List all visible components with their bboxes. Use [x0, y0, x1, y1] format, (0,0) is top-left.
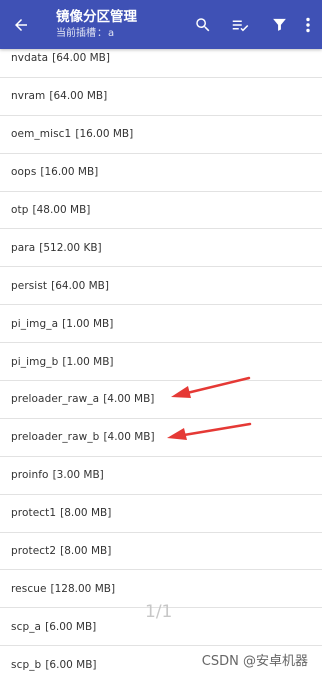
partition-size: [512.00 KB]: [39, 241, 102, 254]
arrow-back-icon: [15, 19, 27, 31]
partition-size: [6.00 MB]: [45, 658, 97, 671]
partition-name: otp: [11, 204, 29, 216]
partition-row-otp[interactable]: otp [48.00 MB]: [0, 192, 322, 230]
partition-row-pi-img-b[interactable]: pi_img_b [1.00 MB]: [0, 343, 322, 382]
partition-row-protect2[interactable]: protect2 [8.00 MB]: [0, 533, 322, 571]
more-vertical-icon: [306, 17, 310, 32]
partition-size: [16.00 MB]: [40, 166, 99, 179]
search-button[interactable]: [190, 12, 216, 38]
partition-name: preloader_raw_b: [11, 431, 100, 444]
search-icon: [196, 17, 210, 31]
more-options-button[interactable]: [298, 12, 318, 38]
current-slot-value: a: [108, 28, 115, 39]
partition-row-pi-img-a[interactable]: pi_img_a [1.00 MB]: [0, 305, 322, 344]
partition-size: [64.00 MB]: [49, 90, 108, 103]
partition-row-oops[interactable]: oops [16.00 MB]: [0, 154, 322, 192]
partition-size: [3.00 MB]: [52, 469, 104, 482]
partition-row-preloader-raw-b[interactable]: preloader_raw_b [4.00 MB]: [0, 419, 322, 457]
partition-name: oem_misc1: [11, 128, 72, 141]
filter-icon: [272, 18, 286, 31]
partition-size: [6.00 MB]: [45, 620, 97, 633]
partition-row-para[interactable]: para [512.00 KB]: [0, 229, 322, 268]
sort-button[interactable]: [228, 12, 254, 38]
partition-size: [1.00 MB]: [62, 355, 114, 368]
partition-row-persist[interactable]: persist [64.00 MB]: [0, 267, 322, 306]
partition-name: preloader_raw_a: [11, 393, 100, 406]
partition-name: rescue: [11, 582, 47, 595]
partition-name: nvram: [11, 90, 46, 103]
partition-size: [4.00 MB]: [103, 431, 155, 444]
current-slot-separator: ：: [97, 28, 107, 39]
partition-row-protect1[interactable]: protect1 [8.00 MB]: [0, 495, 322, 533]
title-block: 镜像分区管理 当前插槽：a: [56, 9, 137, 40]
partition-row-nvram[interactable]: nvram [64.00 MB]: [0, 78, 322, 116]
page-title: 镜像分区管理: [56, 9, 137, 25]
current-slot-subtitle: 当前插槽：a: [56, 27, 137, 40]
sort-check-icon: [232, 20, 249, 31]
partition-name: oops: [11, 166, 37, 179]
partition-size: [16.00 MB]: [75, 128, 134, 141]
watermark: CSDN @安卓机器: [199, 649, 310, 670]
partition-name: scp_b: [11, 658, 42, 671]
back-button[interactable]: [8, 12, 34, 38]
partition-size: [48.00 MB]: [32, 204, 91, 216]
partition-size: [4.00 MB]: [103, 393, 155, 406]
partition-row-preloader-raw-a[interactable]: preloader_raw_a [4.00 MB]: [0, 381, 322, 419]
page-indicator: 1/1: [145, 602, 173, 622]
filter-button[interactable]: [266, 12, 292, 38]
partition-name: pi_img_b: [11, 355, 59, 368]
partition-size: [64.00 MB]: [52, 52, 110, 65]
partition-name: protect2: [11, 545, 57, 558]
partition-size: [8.00 MB]: [60, 507, 112, 520]
current-slot-label: 当前插槽: [56, 28, 96, 39]
partition-list[interactable]: nvdata [64.00 MB] nvram [64.00 MB] oem_m…: [0, 40, 322, 682]
partition-name: protect1: [11, 507, 57, 520]
app-bar: 镜像分区管理 当前插槽：a: [0, 0, 322, 49]
partition-size: [1.00 MB]: [62, 317, 114, 330]
partition-name: proinfo: [11, 469, 49, 482]
partition-name: pi_img_a: [11, 317, 59, 330]
app-window: nvdata [64.00 MB] nvram [64.00 MB] oem_m…: [0, 0, 322, 682]
partition-name: persist: [11, 279, 48, 292]
partition-size: [128.00 MB]: [50, 582, 116, 595]
partition-size: [8.00 MB]: [60, 545, 112, 558]
partition-name: nvdata: [11, 52, 49, 65]
partition-size: [64.00 MB]: [51, 279, 109, 292]
partition-name: para: [11, 241, 36, 254]
partition-name: scp_a: [11, 620, 42, 633]
app-bar-actions: [190, 0, 322, 49]
partition-row-proinfo[interactable]: proinfo [3.00 MB]: [0, 457, 322, 495]
partition-row-oem-misc1[interactable]: oem_misc1 [16.00 MB]: [0, 116, 322, 154]
